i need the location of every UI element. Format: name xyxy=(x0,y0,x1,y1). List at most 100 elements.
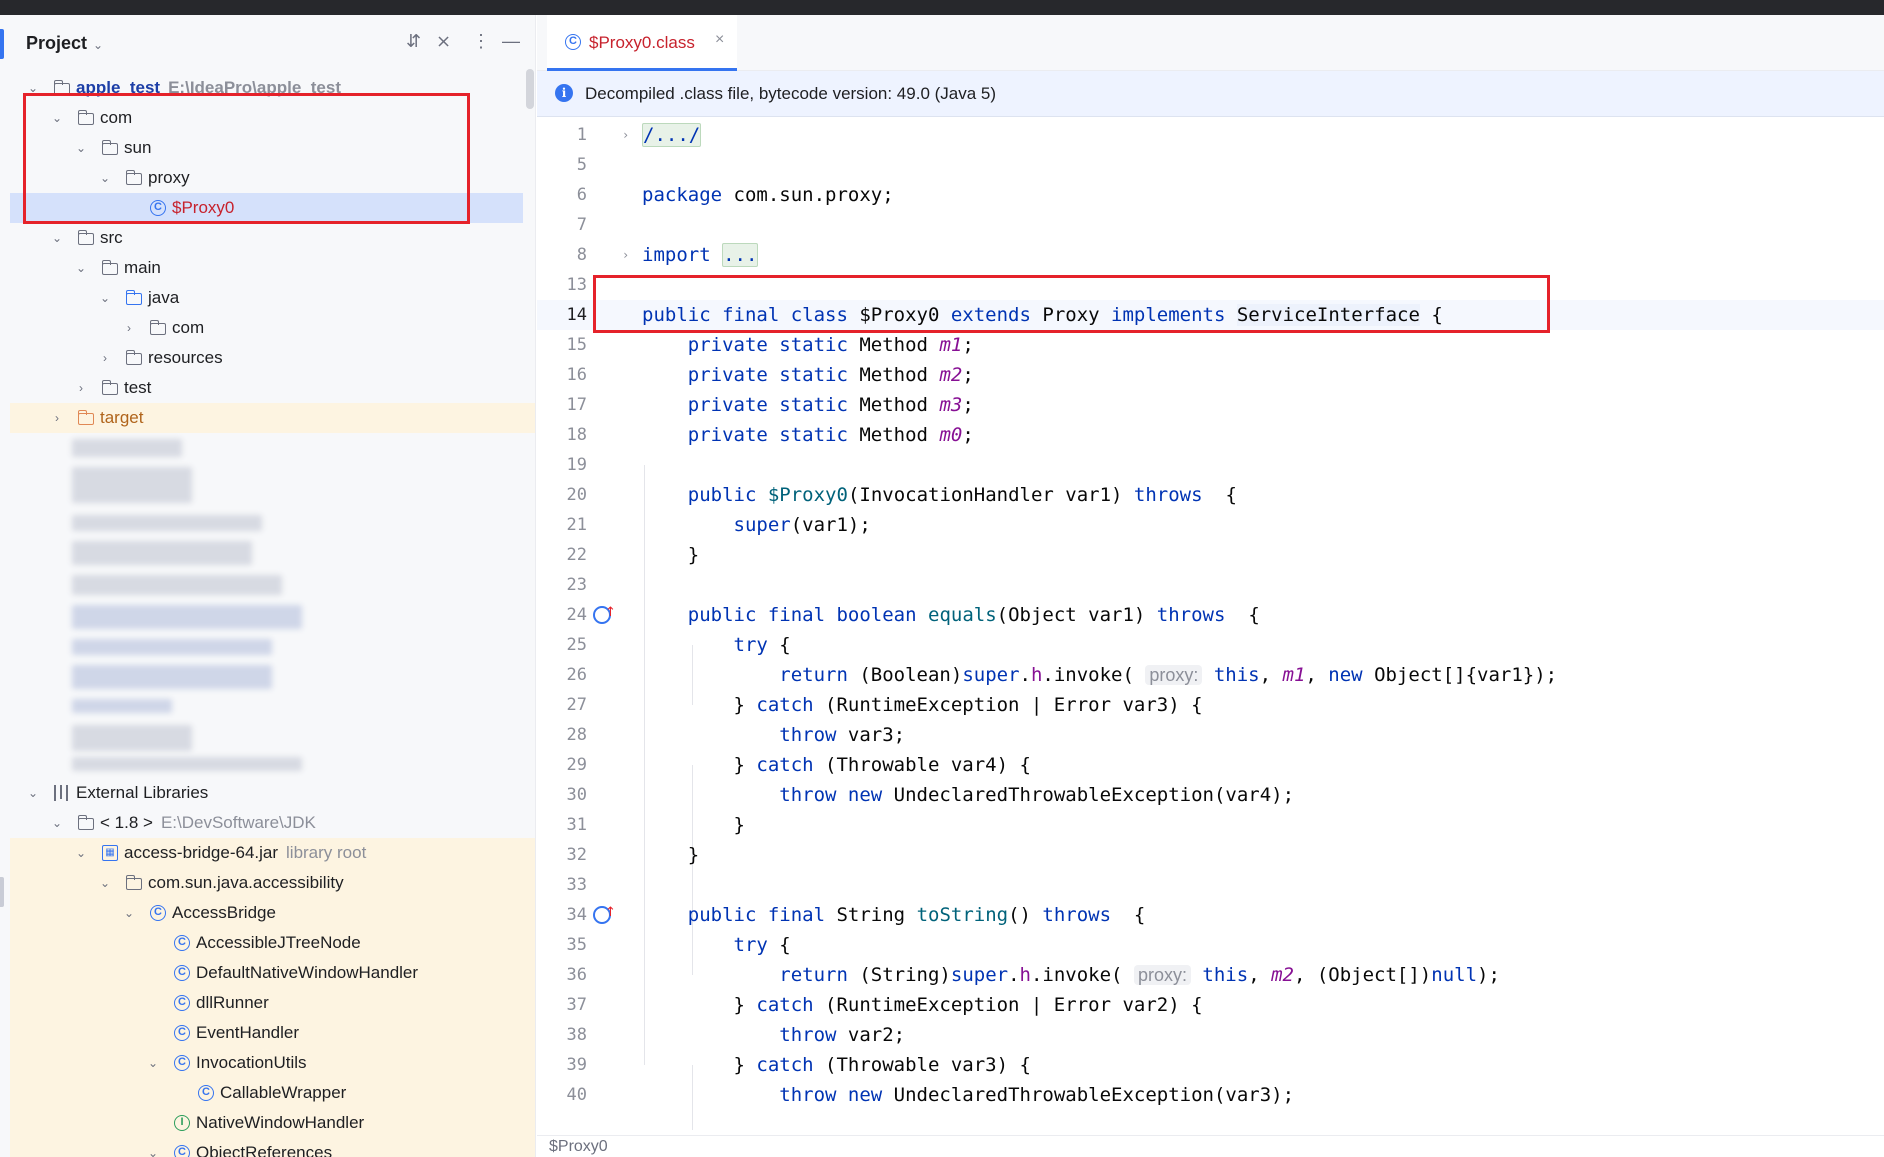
tree-item-invocation-utils[interactable]: ⌄ C InvocationUtils xyxy=(10,1048,535,1078)
chevron-right-icon[interactable]: › xyxy=(98,343,112,373)
chevron-down-icon[interactable]: ⌄ xyxy=(74,253,88,283)
folded-header[interactable]: /.../ xyxy=(642,123,702,147)
tree-item-path: E:\DevSoftware\JDK xyxy=(160,813,316,832)
line-number: 27 xyxy=(566,695,587,715)
class-icon: C xyxy=(174,935,190,951)
tree-item-callable-wrapper[interactable]: C CallableWrapper xyxy=(10,1078,535,1108)
tree-item-dll-runner[interactable]: C dllRunner xyxy=(10,988,535,1018)
code-line: 25 try { xyxy=(537,630,1884,660)
code-line: 21 super(var1); xyxy=(537,510,1884,540)
folded-imports[interactable]: ... xyxy=(722,243,759,267)
code-line: 7 xyxy=(537,210,1884,240)
banner-text: Decompiled .class file, bytecode version… xyxy=(585,84,997,103)
chevron-down-icon[interactable]: ⌄ xyxy=(146,1138,160,1157)
line-number: 29 xyxy=(566,755,587,775)
tree-item-external-libraries[interactable]: ⌄ External Libraries xyxy=(10,778,535,808)
line-number: 18 xyxy=(566,425,587,445)
line-number: 32 xyxy=(566,845,587,865)
code-line: 16 private static Method m2; xyxy=(537,360,1884,390)
code-line: 32 } xyxy=(537,840,1884,870)
chevron-right-icon[interactable]: › xyxy=(622,120,629,150)
code-line: 31 } xyxy=(537,810,1884,840)
tree-item-label: access-bridge-64.jar xyxy=(124,843,279,862)
line-number: 34 xyxy=(566,905,587,925)
tree-item-label: NativeWindowHandler xyxy=(196,1113,365,1132)
tree-item-main[interactable]: ⌄ main xyxy=(10,253,535,283)
interface-icon: I xyxy=(174,1115,190,1131)
project-tool-button[interactable] xyxy=(0,29,4,59)
tree-item-label: External Libraries xyxy=(76,783,209,802)
source-folder-icon xyxy=(125,290,142,305)
jar-icon: ▦ xyxy=(102,845,118,861)
chevron-down-icon[interactable]: ⌄ xyxy=(74,838,88,868)
tree-item-label: dllRunner xyxy=(196,993,269,1012)
chevron-down-icon[interactable]: ⌄ xyxy=(26,778,40,808)
code-line: 27 } catch (RuntimeException | Error var… xyxy=(537,690,1884,720)
breadcrumb-class[interactable]: $Proxy0 xyxy=(549,1138,608,1156)
chevron-right-icon[interactable]: › xyxy=(50,403,64,433)
chevron-right-icon[interactable]: › xyxy=(74,373,88,403)
tree-item-label: ObjectReferences xyxy=(196,1143,333,1157)
folder-icon xyxy=(101,380,118,395)
class-icon: C xyxy=(174,965,190,981)
tree-item-accessibility-package[interactable]: ⌄ com.sun.java.accessibility xyxy=(10,868,535,898)
resources-folder-icon xyxy=(125,350,142,365)
override-method-icon[interactable] xyxy=(593,598,616,628)
library-icon xyxy=(54,785,68,801)
chevron-down-icon[interactable]: ⌄ xyxy=(50,808,64,838)
code-line: 23 xyxy=(537,570,1884,600)
window-top-bar xyxy=(0,0,1884,15)
tree-item-native-window-handler[interactable]: I NativeWindowHandler xyxy=(10,1108,535,1138)
folder-icon xyxy=(77,230,94,245)
tree-item-jdk[interactable]: ⌄ < 1.8 > E:\DevSoftware\JDK xyxy=(10,808,535,838)
line-number: 40 xyxy=(566,1085,587,1105)
options-menu-icon[interactable]: ⋮ xyxy=(472,31,490,52)
code-line: 17 private static Method m3; xyxy=(537,390,1884,420)
tree-item-src[interactable]: ⌄ src xyxy=(10,223,535,253)
tree-item-java[interactable]: ⌄ java xyxy=(10,283,535,313)
class-icon: C xyxy=(174,995,190,1011)
hide-panel-icon[interactable]: — xyxy=(502,31,520,52)
tree-item-resources[interactable]: › resources xyxy=(10,343,535,373)
class-icon: C xyxy=(174,1025,190,1041)
chevron-down-icon[interactable]: ⌄ xyxy=(122,898,136,928)
chevron-right-icon[interactable]: › xyxy=(622,240,629,270)
tree-item-access-bridge[interactable]: ⌄ C AccessBridge xyxy=(10,898,535,928)
chevron-down-icon[interactable]: ⌄ xyxy=(50,223,64,253)
code-editor[interactable]: 1 ›/.../ 5 6 package com.sun.proxy; 7 8 › im… xyxy=(537,120,1884,1130)
chevron-down-icon[interactable]: ⌄ xyxy=(146,1048,160,1078)
tab-label: $Proxy0.class xyxy=(589,33,695,52)
code-line: 8 › import ... xyxy=(537,240,1884,270)
tree-item-object-references[interactable]: ⌄ C ObjectReferences xyxy=(10,1138,535,1157)
code-line: 6 package com.sun.proxy; xyxy=(537,180,1884,210)
tree-item-label: main xyxy=(124,258,161,277)
tree-item-label: target xyxy=(100,408,144,427)
project-view-selector[interactable]: Project ⌄ xyxy=(26,33,103,54)
tree-item-test[interactable]: › test xyxy=(10,373,535,403)
tab-proxy0-class[interactable]: C $Proxy0.class × xyxy=(547,15,737,71)
tool-window-button[interactable] xyxy=(0,877,4,907)
chevron-right-icon[interactable]: › xyxy=(122,313,136,343)
tree-item-label: src xyxy=(100,228,123,247)
tree-item-event-handler[interactable]: C EventHandler xyxy=(10,1018,535,1048)
code-line: 29 } catch (Throwable var4) { xyxy=(537,750,1884,780)
parameter-hint: proxy: xyxy=(1133,965,1191,985)
line-number: 8 xyxy=(576,245,587,265)
expand-all-icon[interactable]: ⇵ xyxy=(406,31,421,52)
tree-item-label: java xyxy=(148,288,180,307)
override-method-icon[interactable] xyxy=(593,898,616,928)
tree-item-target[interactable]: › target xyxy=(10,403,535,433)
chevron-down-icon[interactable]: ⌄ xyxy=(98,868,112,898)
chevron-down-icon[interactable]: ⌄ xyxy=(98,283,112,313)
line-number: 22 xyxy=(566,545,587,565)
code-line: 24 public final boolean equals(Object va… xyxy=(537,598,1884,630)
tree-item-accessible-jtree-node[interactable]: C AccessibleJTreeNode xyxy=(10,928,535,958)
line-number: 37 xyxy=(566,995,587,1015)
close-icon[interactable]: × xyxy=(715,31,724,49)
line-number: 30 xyxy=(566,785,587,805)
parameter-hint: proxy: xyxy=(1145,665,1203,685)
tree-item-default-native-window-handler[interactable]: C DefaultNativeWindowHandler xyxy=(10,958,535,988)
tree-item-package-com[interactable]: › com xyxy=(10,313,535,343)
tree-item-jar[interactable]: ⌄ ▦ access-bridge-64.jar library root xyxy=(10,838,535,868)
collapse-all-icon[interactable]: ⨯ xyxy=(436,31,451,52)
